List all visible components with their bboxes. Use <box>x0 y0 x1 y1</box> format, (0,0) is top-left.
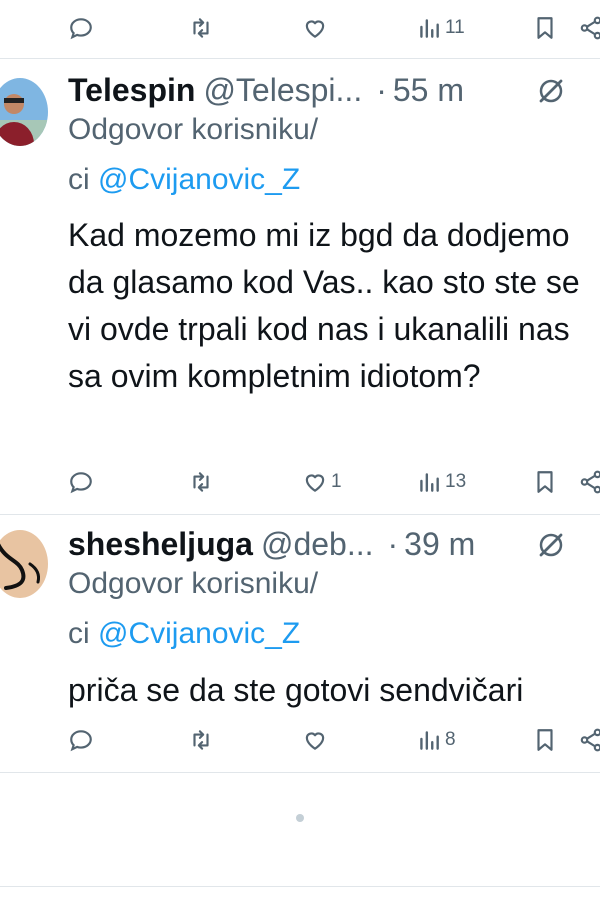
retweet-button[interactable] <box>188 8 214 48</box>
display-name[interactable]: sheshelјuga <box>68 526 253 563</box>
divider <box>0 772 600 773</box>
share-icon <box>580 728 600 752</box>
views-button[interactable]: 8 <box>416 720 456 760</box>
loading-indicator-dot <box>296 814 304 822</box>
separator-dot: · <box>387 525 399 562</box>
like-button[interactable] <box>302 8 328 48</box>
divider <box>0 58 600 59</box>
reply-context-line2: ci @Cvijanovic_Z <box>68 158 300 202</box>
tweet-action-bar: 8 <box>0 720 600 760</box>
like-icon <box>305 732 325 750</box>
timestamp[interactable]: 39 m <box>404 526 475 563</box>
tweet-action-bar: 1 13 <box>0 462 600 502</box>
bookmark-icon <box>537 17 553 39</box>
divider <box>0 886 600 887</box>
views-button[interactable]: 11 <box>416 8 465 48</box>
tweet-text: Kad mozemo mi iz bgd da dodjemo da glasa… <box>68 217 580 394</box>
retweet-button[interactable] <box>188 720 214 760</box>
user-handle[interactable]: @deb... <box>261 526 374 563</box>
views-button[interactable]: 13 <box>416 462 466 502</box>
grok-icon[interactable] <box>536 76 566 106</box>
views-icon <box>420 473 439 492</box>
reply-icon <box>70 18 92 40</box>
reply-prefix: Odgovor korisniku/ <box>68 113 319 146</box>
reply-icon <box>70 472 92 494</box>
views-icon <box>420 731 439 750</box>
retweet-button[interactable] <box>188 462 214 502</box>
tweet-text: priča se da ste gotovi sendvičari <box>68 672 524 708</box>
user-handle[interactable]: @Telespi... <box>203 72 362 109</box>
tweet-header: Telespin @Telespi... · 55 m <box>68 70 464 110</box>
bookmark-button[interactable] <box>532 8 558 48</box>
grok-icon[interactable] <box>536 530 566 560</box>
retweet-icon <box>193 18 209 38</box>
reply-button[interactable] <box>68 462 94 502</box>
bookmark-icon <box>537 729 553 751</box>
reply-ci: ci <box>68 163 90 196</box>
views-count: 13 <box>445 471 467 492</box>
bookmark-button[interactable] <box>532 720 558 760</box>
retweet-icon <box>193 730 209 750</box>
divider <box>0 514 600 515</box>
separator-dot: · <box>376 71 387 108</box>
reply-icon <box>70 730 92 752</box>
reply-mention-link[interactable]: @Cvijanovic_Z <box>98 617 300 650</box>
like-icon <box>305 474 325 492</box>
reply-context-line2: ci @Cvijanovic_Z <box>68 612 300 656</box>
reply-ci: ci <box>68 617 90 650</box>
timestamp[interactable]: 55 m <box>393 72 464 109</box>
views-count: 8 <box>445 729 456 750</box>
reply-mention-link[interactable]: @Cvijanovic_Z <box>98 163 300 196</box>
reply-button[interactable] <box>68 720 94 760</box>
retweet-icon <box>193 472 209 492</box>
share-icon <box>580 470 600 494</box>
top-action-bar: 11 <box>0 8 600 48</box>
bookmark-button[interactable] <box>532 462 558 502</box>
avatar[interactable] <box>0 78 48 146</box>
views-count: 11 <box>445 17 465 38</box>
like-button[interactable] <box>302 720 331 760</box>
avatar[interactable] <box>0 530 48 598</box>
like-button[interactable]: 1 <box>302 462 342 502</box>
share-icon <box>580 16 600 40</box>
like-count: 1 <box>331 471 342 492</box>
tweet-header: sheshelјuga @deb... · 39 m <box>68 524 475 564</box>
share-button[interactable] <box>578 8 600 48</box>
bookmark-icon <box>537 471 553 493</box>
reply-prefix: Odgovor korisniku/ <box>68 567 319 600</box>
reply-button[interactable] <box>68 8 94 48</box>
views-icon <box>420 19 439 38</box>
share-button[interactable] <box>578 462 600 502</box>
display-name[interactable]: Telespin <box>68 72 195 109</box>
reply-context: Odgovor korisniku/ <box>68 108 318 152</box>
like-icon <box>305 20 325 38</box>
reply-context: Odgovor korisniku/ <box>68 562 318 606</box>
share-button[interactable] <box>578 720 600 760</box>
